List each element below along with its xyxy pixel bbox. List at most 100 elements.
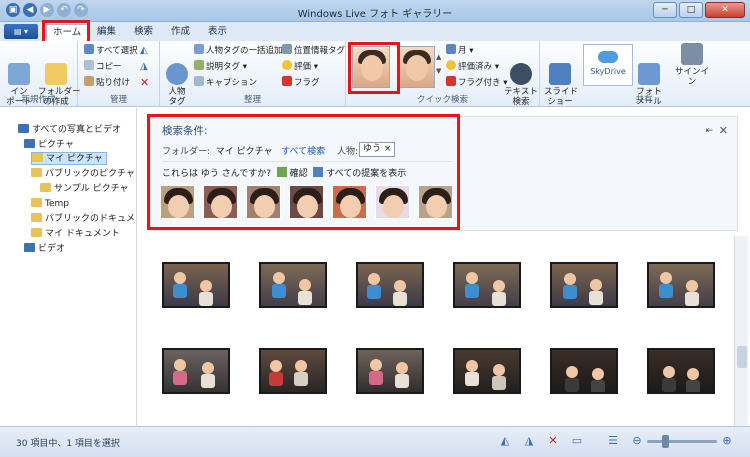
flagged-icon	[446, 76, 456, 86]
group-organize: 人物 タグ 人物タグの一括追加 説明タグ ▾ キャプション 位置情報タグ 評価 …	[160, 41, 346, 107]
mail-icon	[638, 63, 660, 85]
new-folder-button[interactable]: フォルダー の作成	[38, 43, 81, 117]
nav-item-my-documents[interactable]: マイ ドキュメント	[31, 228, 120, 241]
group-share: スライド ショー フォト メール サインイン 共有	[540, 41, 748, 107]
paste-icon	[84, 76, 94, 86]
rating-button[interactable]: 評価 ▾	[282, 60, 318, 73]
tab-edit[interactable]: 編集	[91, 24, 122, 41]
person-search-thumbnail[interactable]	[397, 46, 435, 88]
photo-mail-button[interactable]: フォト メール	[632, 43, 666, 117]
nav-item-sample-pictures[interactable]: サンプル ピクチャ	[40, 183, 129, 196]
flag-button[interactable]: フラグ	[282, 76, 320, 89]
nav-item-public-documents[interactable]: パブリックのドキュメ	[31, 213, 135, 226]
flag-icon	[282, 76, 292, 86]
photo-thumbnail[interactable]	[550, 348, 618, 394]
group-manage: すべて選択 コピー 貼り付け ◭ ◮ ✕ 管理	[78, 41, 160, 107]
rated-star-icon	[446, 60, 456, 70]
window-controls: ─ □ ✕	[653, 2, 745, 18]
scrollbar-thumb[interactable]	[737, 346, 747, 368]
copy-button[interactable]: コピー	[84, 60, 122, 73]
zoom-slider[interactable]	[647, 440, 717, 443]
window-title: Windows Live フォト ギャラリー	[297, 9, 453, 20]
video-icon	[24, 243, 35, 252]
text-search-button[interactable]: テキスト 検索	[504, 43, 538, 117]
import-button[interactable]: イン ポート	[6, 43, 32, 117]
minimize-button[interactable]: ─	[653, 2, 677, 18]
tab-find[interactable]: 検索	[128, 24, 159, 41]
photo-thumbnail[interactable]	[356, 348, 424, 394]
copy-icon	[84, 60, 94, 70]
zoom-out-icon[interactable]: ⊖	[630, 434, 644, 448]
zoom-slider-handle[interactable]	[661, 435, 669, 448]
people-tag-button[interactable]: 人物 タグ	[164, 43, 190, 117]
delete-icon[interactable]: ✕	[140, 76, 149, 89]
photo-thumbnail[interactable]	[259, 348, 327, 394]
rated-button[interactable]: 評価済み ▾	[446, 60, 499, 73]
highlight-search-panel	[147, 114, 460, 230]
nav-item-pictures[interactable]: ピクチャ	[24, 139, 74, 152]
group-label-manage: 管理	[109, 95, 127, 105]
flagged-button[interactable]: フラグ付き ▾	[446, 76, 507, 89]
select-all-icon	[84, 44, 94, 54]
photo-thumbnail[interactable]	[162, 262, 230, 308]
library-icon	[18, 124, 29, 133]
sign-in-button[interactable]: サインイン	[672, 43, 712, 87]
photo-thumbnail[interactable]	[162, 348, 230, 394]
selection-status: 30 項目中、1 項目を選択	[16, 439, 120, 449]
zoom-in-icon[interactable]: ⊕	[720, 434, 734, 448]
caption-button[interactable]: キャプション	[194, 76, 257, 89]
navigation-pane: すべての写真とビデオ ピクチャ マイ ピクチャ パブリックのピクチャ サンプル …	[0, 108, 137, 426]
photo-thumbnail[interactable]	[259, 262, 327, 308]
photo-thumbnail[interactable]	[453, 262, 521, 308]
batch-people-tag-button[interactable]: 人物タグの一括追加	[194, 44, 283, 57]
rotate-left-icon[interactable]: ◭	[140, 44, 148, 57]
folder-icon	[31, 198, 42, 207]
caption-tag-button[interactable]: 説明タグ ▾	[194, 60, 247, 73]
grid-scrollbar[interactable]	[734, 236, 748, 426]
title-bar: ▣ ◀ ▶ ↶ ↷ Windows Live フォト ギャラリー ─ □ ✕	[0, 0, 750, 22]
nav-item-public-pictures[interactable]: パブリックのピクチャ	[31, 168, 135, 181]
close-search-icon[interactable]: ✕	[719, 124, 728, 137]
group-label-share: 共有	[635, 95, 653, 105]
tab-view[interactable]: 表示	[202, 24, 233, 41]
details-view-icon[interactable]: ☰	[606, 434, 620, 448]
camera-icon	[8, 63, 30, 85]
gallery-scroll-up-icon[interactable]: ▲	[436, 51, 441, 64]
caption-icon	[194, 76, 204, 86]
select-all-button[interactable]: すべて選択	[84, 44, 138, 57]
group-label-new: 新規作成	[21, 95, 56, 105]
slideshow-icon	[549, 63, 571, 85]
nav-item-videos[interactable]: ビデオ	[24, 243, 65, 256]
people-icon	[194, 44, 204, 54]
geotag-button[interactable]: 位置情報タグ	[282, 44, 345, 57]
photo-thumbnail[interactable]	[356, 262, 424, 308]
nav-item-temp[interactable]: Temp	[31, 198, 69, 211]
pin-icon[interactable]: ⇤	[705, 126, 713, 136]
nav-item-my-pictures[interactable]: マイ ピクチャ	[31, 152, 107, 165]
delete-icon[interactable]: ✕	[546, 434, 560, 448]
photo-thumbnail[interactable]	[647, 348, 715, 394]
month-button[interactable]: 月 ▾	[446, 44, 473, 57]
status-bar: 30 項目中、1 項目を選択 ◭ ◮ ✕ ▭ ☰ ⊖ ⊕	[0, 426, 750, 457]
rotate-left-icon[interactable]: ◭	[498, 434, 512, 448]
application-menu-button[interactable]: ▤ ▾	[4, 24, 38, 39]
folder-icon	[31, 213, 42, 222]
nav-item-all-photos[interactable]: すべての写真とビデオ	[18, 124, 121, 137]
paste-button[interactable]: 貼り付け	[84, 76, 130, 89]
close-button[interactable]: ✕	[705, 2, 745, 18]
gallery-scroll-down-icon[interactable]: ▼	[436, 65, 441, 78]
tab-create[interactable]: 作成	[165, 24, 196, 41]
skydrive-button[interactable]: SkyDrive	[583, 44, 633, 86]
photo-thumbnail[interactable]	[647, 262, 715, 308]
slideshow-icon[interactable]: ▭	[570, 434, 584, 448]
rotate-right-icon[interactable]: ◮	[140, 60, 148, 73]
rotate-right-icon[interactable]: ◮	[522, 434, 536, 448]
cloud-icon	[598, 51, 618, 63]
maximize-button[interactable]: □	[679, 2, 703, 18]
sign-in-icon	[681, 43, 703, 65]
photo-thumbnail[interactable]	[550, 262, 618, 308]
photo-thumbnail[interactable]	[453, 348, 521, 394]
calendar-icon	[446, 44, 456, 54]
folder-icon	[31, 228, 42, 237]
slideshow-button[interactable]: スライド ショー	[544, 43, 578, 117]
